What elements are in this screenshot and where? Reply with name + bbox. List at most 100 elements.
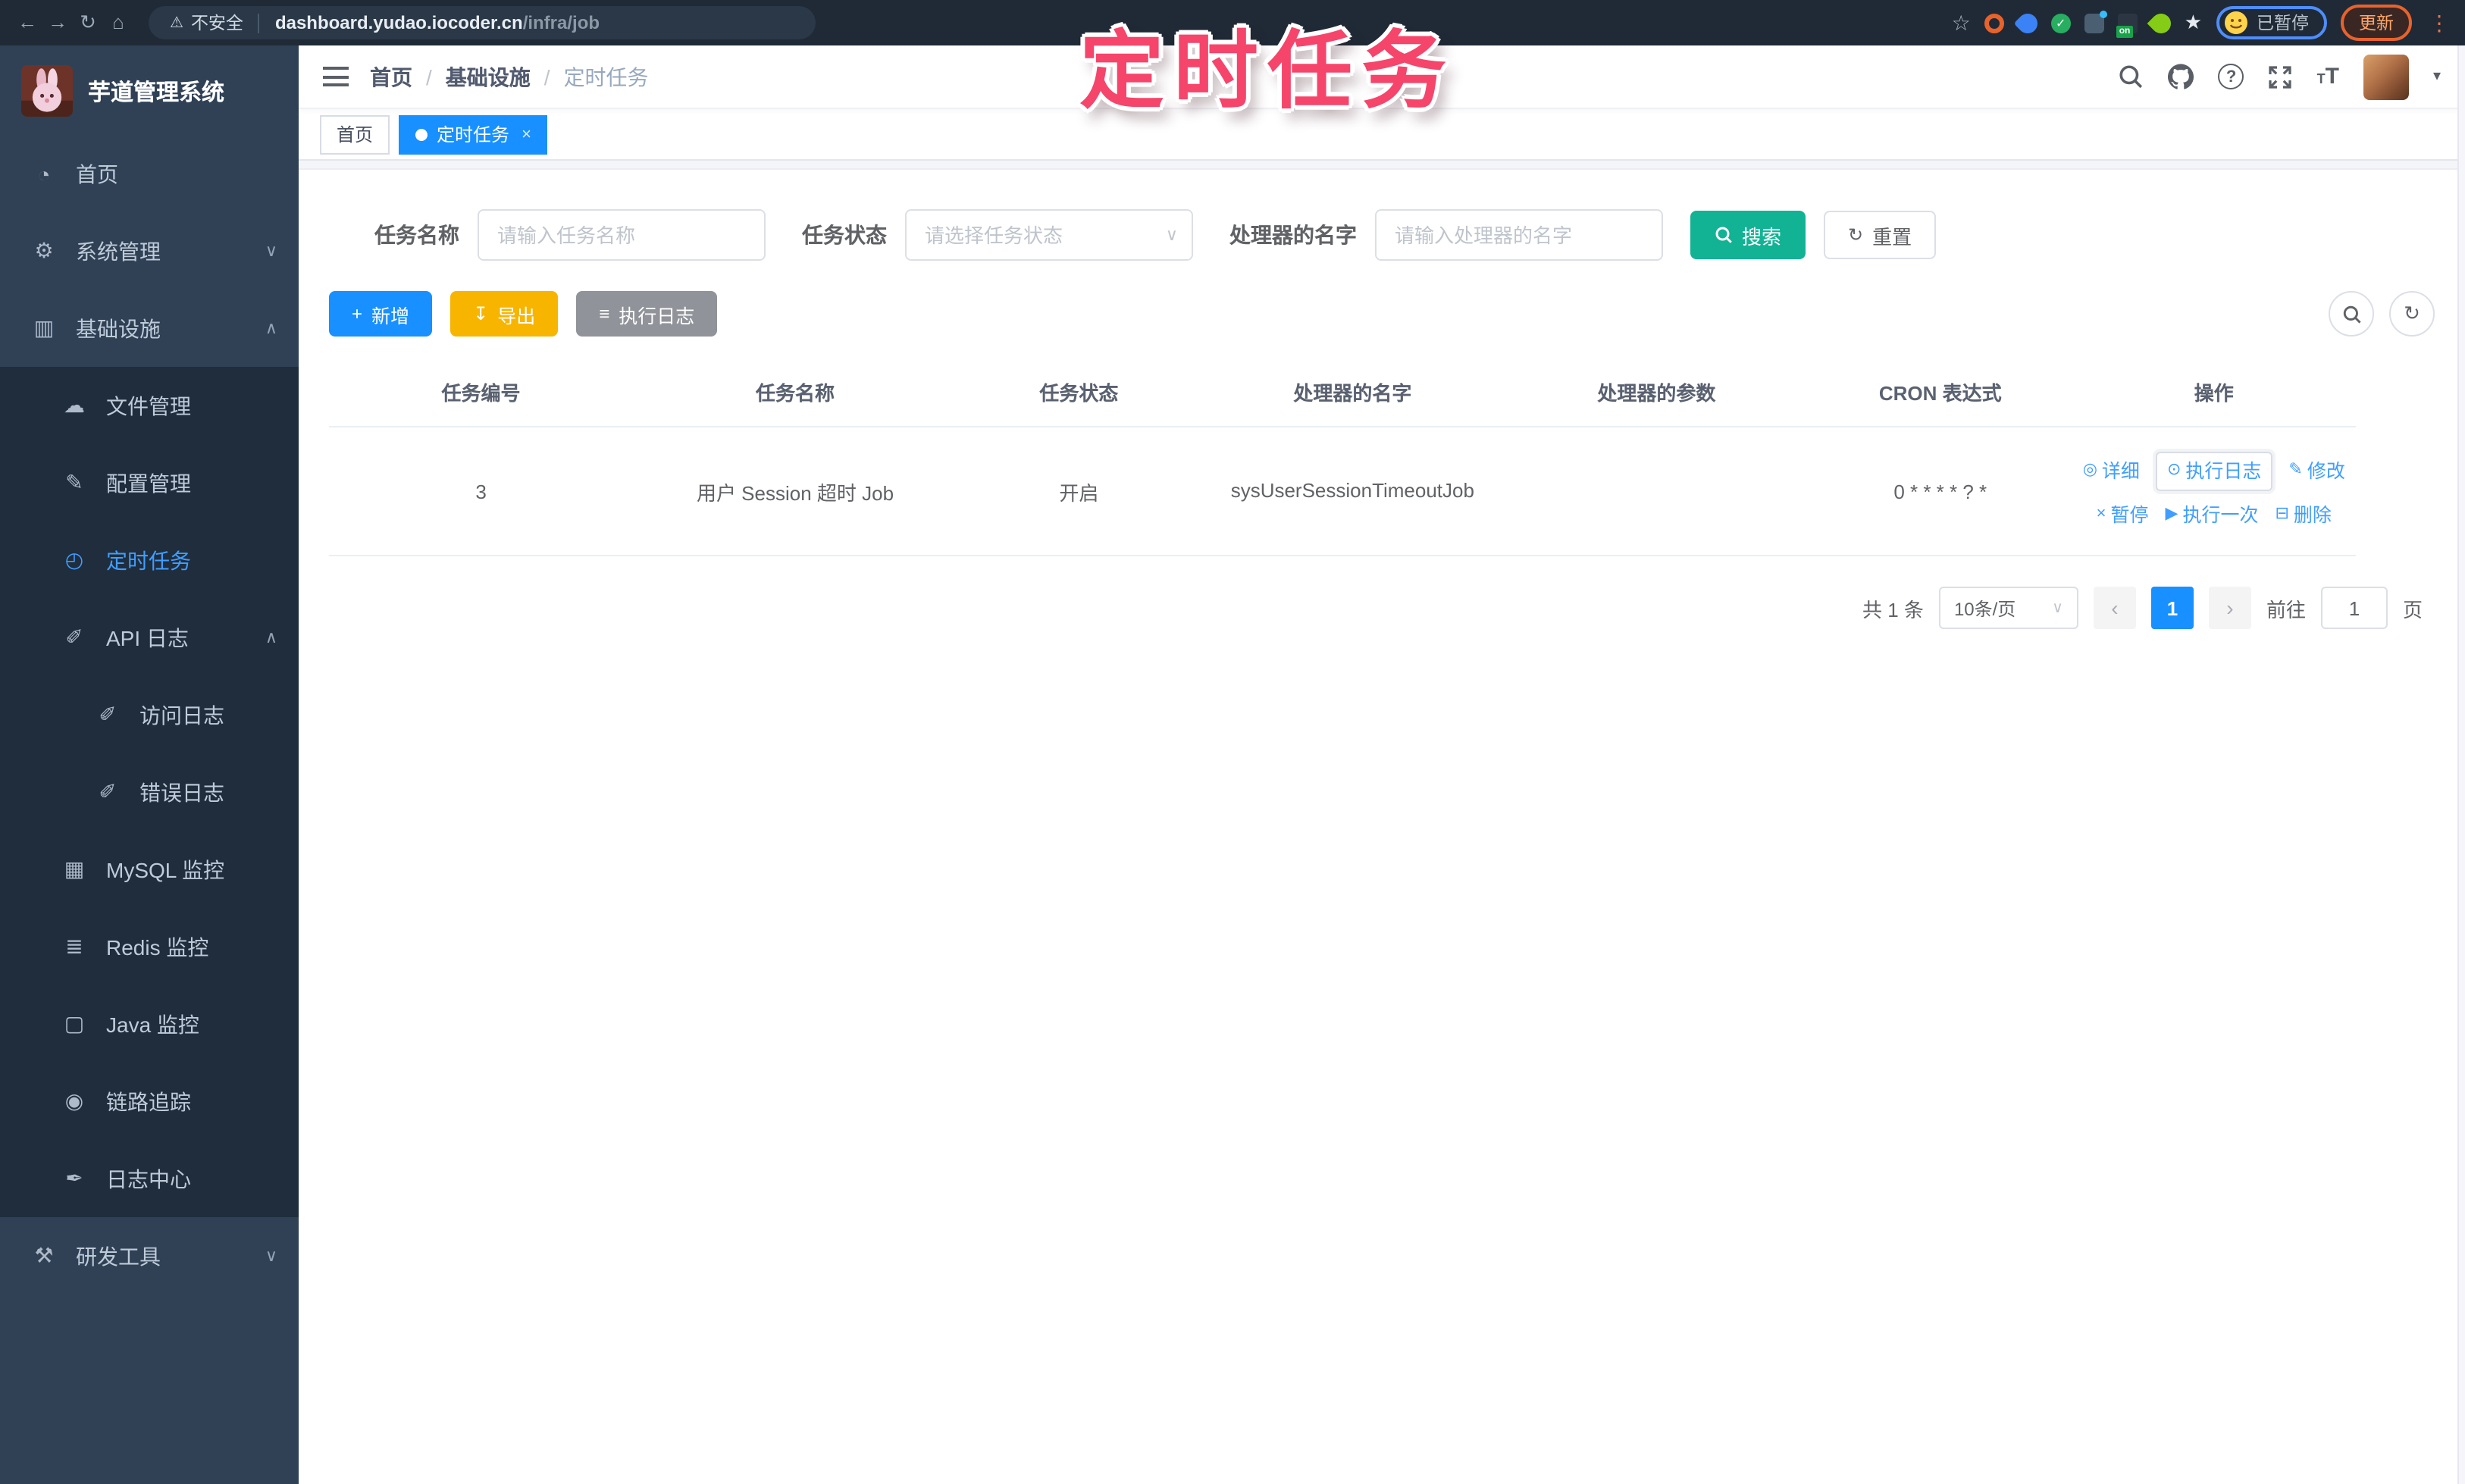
api-log-icon bbox=[61, 625, 88, 650]
profile-paused-chip[interactable]: 已暂停 bbox=[2216, 6, 2327, 39]
sidebar-item-label: 定时任务 bbox=[106, 548, 191, 572]
home-icon[interactable]: ⌂ bbox=[103, 0, 133, 45]
search-button[interactable]: 搜索 bbox=[1690, 211, 1806, 259]
prev-page-button[interactable]: ‹ bbox=[2093, 587, 2136, 629]
pencil-icon: ✎ bbox=[2288, 461, 2303, 480]
tab-close-icon[interactable]: × bbox=[522, 125, 531, 143]
add-button[interactable]: + 新增 bbox=[329, 291, 433, 337]
vertical-scrollbar[interactable] bbox=[2457, 45, 2465, 1484]
export-button[interactable]: ↧ 导出 bbox=[450, 291, 559, 337]
job-status-select-input[interactable] bbox=[905, 209, 1193, 261]
run-once-link-label: 执行一次 bbox=[2182, 505, 2259, 526]
tab-job[interactable]: 定时任务 × bbox=[399, 114, 548, 154]
mysql-icon bbox=[61, 856, 88, 882]
sidebar-item-access-log[interactable]: 访问日志 bbox=[0, 676, 299, 753]
sidebar-item-trace[interactable]: 链路追踪 bbox=[0, 1063, 299, 1140]
goto-page-input[interactable] bbox=[2320, 587, 2388, 629]
search-icon bbox=[1715, 227, 1732, 243]
java-icon bbox=[61, 1011, 88, 1037]
help-icon[interactable]: ? bbox=[2218, 64, 2244, 89]
sidebar-item-log-center[interactable]: 日志中心 bbox=[0, 1140, 299, 1217]
toggle-search-icon[interactable] bbox=[2329, 291, 2374, 337]
tab-home[interactable]: 首页 bbox=[320, 114, 390, 154]
sidebar-item-label: 错误日志 bbox=[139, 780, 224, 804]
forward-icon[interactable]: → bbox=[42, 0, 73, 45]
breadcrumb-home[interactable]: 首页 bbox=[370, 61, 412, 92]
cell-handler-name: sysUserSessionTimeoutJob bbox=[1200, 427, 1505, 556]
job-status-select[interactable]: ∨ bbox=[905, 209, 1193, 261]
sidebar-item-config[interactable]: 配置管理 bbox=[0, 444, 299, 521]
col-handler-param: 处理器的参数 bbox=[1504, 358, 1809, 427]
extension-donut-icon[interactable] bbox=[1984, 13, 2004, 33]
run-once-link[interactable]: ▶ 执行一次 bbox=[2166, 500, 2259, 531]
sidebar-item-label: 系统管理 bbox=[76, 239, 161, 263]
user-avatar[interactable] bbox=[2363, 54, 2409, 99]
play-icon: ▶ bbox=[2165, 505, 2178, 524]
jobs-table: 任务编号 任务名称 任务状态 处理器的名字 处理器的参数 CRON 表达式 操作… bbox=[329, 358, 2356, 556]
refresh-table-icon[interactable]: ↻ bbox=[2389, 291, 2435, 337]
infrastructure-icon bbox=[30, 315, 58, 341]
delete-link[interactable]: ⊟ 删除 bbox=[2275, 500, 2331, 531]
page-size-value: 10条/页 bbox=[1953, 598, 2016, 619]
sidebar-item-job[interactable]: 定时任务 bbox=[0, 521, 299, 599]
download-icon: ↧ bbox=[473, 303, 489, 324]
table-tools: ↻ bbox=[2329, 291, 2435, 337]
sidebar-item-infra[interactable]: 基础设施 bbox=[0, 290, 299, 367]
sidebar-collapse-icon[interactable] bbox=[323, 67, 349, 86]
sidebar-item-api-log[interactable]: API 日志 bbox=[0, 599, 299, 676]
app-logo-row: 芋道管理系统 bbox=[0, 45, 299, 135]
extension-star-icon[interactable]: ★ bbox=[2185, 11, 2202, 35]
breadcrumb-infra[interactable]: 基础设施 bbox=[446, 61, 531, 92]
search-button-label: 搜索 bbox=[1742, 225, 1782, 248]
chevron-down-icon: ∨ bbox=[1165, 227, 1178, 245]
pause-link[interactable]: × 暂停 bbox=[2097, 500, 2149, 531]
detail-link[interactable]: ◎ 详细 bbox=[2083, 452, 2140, 491]
close-icon: × bbox=[2096, 505, 2106, 524]
back-icon[interactable]: ← bbox=[12, 0, 42, 45]
handler-name-input[interactable] bbox=[1375, 209, 1663, 261]
extension-check-icon[interactable]: ✓ bbox=[2050, 13, 2071, 33]
sidebar-item-home[interactable]: 首页 bbox=[0, 135, 299, 212]
page-unit-label: 页 bbox=[2402, 598, 2423, 621]
page-size-select[interactable]: 10条/页 ∨ bbox=[1938, 587, 2078, 629]
extension-drop-icon[interactable] bbox=[2013, 8, 2042, 37]
screen: ← → ↻ ⌂ ⚠ 不安全 dashboard.yudao.iocoder.cn… bbox=[0, 0, 2465, 1484]
browser-menu-icon[interactable]: ⋮ bbox=[2426, 10, 2453, 36]
extension-grid-icon[interactable] bbox=[2084, 10, 2107, 33]
job-name-input[interactable] bbox=[478, 209, 766, 261]
bookmark-star-icon[interactable]: ☆ bbox=[1952, 10, 1971, 36]
next-page-button[interactable]: › bbox=[2208, 587, 2251, 629]
extension-on-icon[interactable]: on bbox=[2116, 13, 2138, 37]
avatar-caret-icon[interactable]: ▾ bbox=[2433, 68, 2441, 85]
search-icon[interactable] bbox=[2119, 64, 2144, 89]
filter-form: 任务名称 任务状态 ∨ 处理器的名字 bbox=[329, 170, 2435, 261]
sidebar-item-system[interactable]: 系统管理 bbox=[0, 212, 299, 290]
filter-group-name: 任务名称 bbox=[374, 209, 766, 261]
update-button[interactable]: 更新 bbox=[2341, 5, 2412, 41]
sidebar-item-error-log[interactable]: 错误日志 bbox=[0, 753, 299, 831]
sidebar-item-label: Redis 监控 bbox=[106, 935, 209, 959]
list-icon: ≡ bbox=[599, 303, 610, 324]
not-secure-icon: ⚠ bbox=[170, 14, 183, 31]
sidebar-item-redis[interactable]: Redis 监控 bbox=[0, 908, 299, 985]
sidebar-item-mysql[interactable]: MySQL 监控 bbox=[0, 831, 299, 908]
sidebar-item-label: 文件管理 bbox=[106, 393, 191, 418]
exec-log-button[interactable]: ≡ 执行日志 bbox=[576, 291, 718, 337]
fullscreen-icon[interactable] bbox=[2269, 64, 2293, 89]
trash-icon: ⊟ bbox=[2275, 505, 2289, 524]
extension-leaf-icon[interactable] bbox=[2147, 8, 2175, 37]
github-icon[interactable] bbox=[2168, 64, 2194, 89]
reload-icon[interactable]: ↻ bbox=[73, 0, 103, 45]
font-size-icon[interactable]: TT bbox=[2317, 65, 2339, 88]
sidebar-item-java[interactable]: Java 监控 bbox=[0, 985, 299, 1063]
sidebar-item-file-manage[interactable]: 文件管理 bbox=[0, 367, 299, 444]
sidebar-item-label: MySQL 监控 bbox=[106, 857, 225, 881]
current-page-button[interactable]: 1 bbox=[2150, 587, 2194, 629]
edit-link[interactable]: ✎ 修改 bbox=[2288, 452, 2344, 491]
sidebar-item-devtools[interactable]: 研发工具 bbox=[0, 1217, 299, 1295]
redis-icon bbox=[61, 934, 88, 960]
reset-button[interactable]: ↻ 重置 bbox=[1824, 211, 1937, 259]
address-bar[interactable]: ⚠ 不安全 dashboard.yudao.iocoder.cn /infra/… bbox=[149, 6, 816, 39]
exec-log-link[interactable]: ⊙ 执行日志 bbox=[2156, 452, 2272, 491]
tab-label: 首页 bbox=[337, 124, 374, 146]
